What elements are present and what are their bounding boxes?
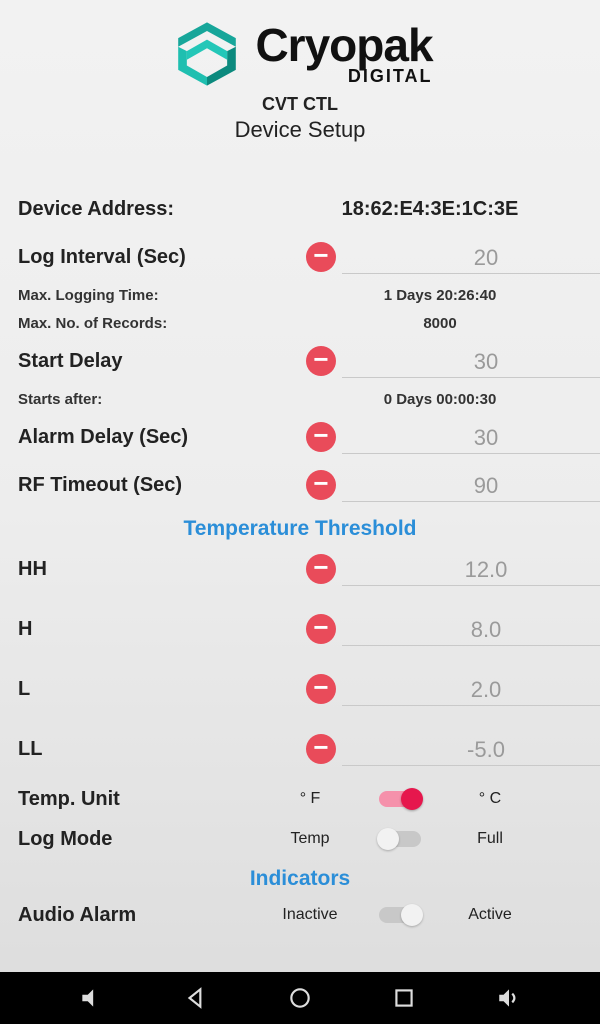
rf-timeout-input[interactable]: [342, 469, 600, 502]
device-address-row: Device Address: 18:62:E4:3E:1C:3E: [0, 185, 600, 233]
android-navbar: [0, 972, 600, 1024]
temp-unit-toggle[interactable]: [379, 791, 421, 807]
device-address-label: Device Address:: [18, 198, 278, 221]
start-delay-input[interactable]: [342, 345, 600, 378]
start-delay-row: Start Delay − +: [0, 337, 600, 385]
threshold-l-label: L: [18, 678, 278, 701]
brand-subname: DIGITAL: [255, 66, 432, 87]
threshold-hh-minus-button[interactable]: −: [306, 554, 336, 584]
start-delay-minus-button[interactable]: −: [306, 346, 336, 376]
rf-timeout-minus-button[interactable]: −: [306, 470, 336, 500]
starts-after-value: 0 Days 00:00:30: [298, 391, 582, 408]
device-model: CVT CTL: [262, 94, 338, 115]
brand-logo: Cryopak DIGITAL: [167, 18, 432, 90]
minus-icon: −: [313, 614, 328, 640]
home-icon[interactable]: [287, 985, 313, 1011]
recent-apps-icon[interactable]: [391, 985, 417, 1011]
threshold-hh-label: HH: [18, 558, 278, 581]
temp-unit-option-f: ° F: [260, 790, 360, 808]
minus-icon: −: [313, 470, 328, 496]
alarm-delay-row: Alarm Delay (Sec) − +: [0, 413, 600, 461]
threshold-h-row: H − +: [0, 605, 600, 653]
minus-icon: −: [313, 242, 328, 268]
threshold-hh-row: HH − +: [0, 545, 600, 593]
log-mode-option-full: Full: [440, 830, 540, 848]
log-mode-option-temp: Temp: [260, 830, 360, 848]
minus-icon: −: [313, 554, 328, 580]
threshold-h-minus-button[interactable]: −: [306, 614, 336, 644]
threshold-hh-input[interactable]: [342, 553, 600, 586]
max-logging-time-value: 1 Days 20:26:40: [298, 287, 582, 304]
log-interval-row: Log Interval (Sec) − +: [0, 233, 600, 281]
max-records-label: Max. No. of Records:: [18, 315, 298, 332]
minus-icon: −: [313, 346, 328, 372]
threshold-l-input[interactable]: [342, 673, 600, 706]
log-interval-input[interactable]: [342, 241, 600, 274]
audio-alarm-toggle[interactable]: [379, 907, 421, 923]
rf-timeout-label: RF Timeout (Sec): [18, 474, 278, 497]
temp-unit-option-c: ° C: [440, 790, 540, 808]
temperature-threshold-title: Temperature Threshold: [0, 517, 600, 541]
log-mode-row: Log Mode Temp Full: [0, 819, 600, 859]
page-title: Device Setup: [235, 117, 366, 143]
log-mode-label: Log Mode: [18, 828, 260, 851]
starts-after-label: Starts after:: [18, 391, 298, 408]
audio-alarm-option-active: Active: [440, 906, 540, 924]
threshold-h-input[interactable]: [342, 613, 600, 646]
device-address-value: 18:62:E4:3E:1C:3E: [278, 198, 582, 221]
log-mode-toggle[interactable]: [379, 831, 421, 847]
minus-icon: −: [313, 674, 328, 700]
rf-timeout-row: RF Timeout (Sec) − +: [0, 461, 600, 509]
alarm-delay-input[interactable]: [342, 421, 600, 454]
starts-after-row: Starts after: 0 Days 00:00:30: [0, 385, 600, 413]
threshold-h-label: H: [18, 618, 278, 641]
header: Cryopak DIGITAL CVT CTL Device Setup: [0, 0, 600, 143]
start-delay-label: Start Delay: [18, 350, 278, 373]
threshold-ll-input[interactable]: [342, 733, 600, 766]
volume-down-icon[interactable]: [78, 985, 104, 1011]
minus-icon: −: [313, 422, 328, 448]
max-logging-time-row: Max. Logging Time: 1 Days 20:26:40: [0, 281, 600, 309]
log-interval-label: Log Interval (Sec): [18, 246, 278, 269]
brand-name: Cryopak: [255, 22, 432, 68]
threshold-l-row: L − +: [0, 665, 600, 713]
threshold-l-minus-button[interactable]: −: [306, 674, 336, 704]
threshold-ll-minus-button[interactable]: −: [306, 734, 336, 764]
alarm-delay-label: Alarm Delay (Sec): [18, 426, 278, 449]
alarm-delay-minus-button[interactable]: −: [306, 422, 336, 452]
volume-up-icon[interactable]: [496, 985, 522, 1011]
temp-unit-label: Temp. Unit: [18, 788, 260, 811]
max-records-row: Max. No. of Records: 8000: [0, 309, 600, 337]
max-records-value: 8000: [298, 315, 582, 332]
log-interval-minus-button[interactable]: −: [306, 242, 336, 272]
back-icon[interactable]: [183, 985, 209, 1011]
cryopak-logo-icon: [167, 18, 247, 90]
audio-alarm-label: Audio Alarm: [18, 904, 260, 927]
temp-unit-row: Temp. Unit ° F ° C: [0, 779, 600, 819]
minus-icon: −: [313, 734, 328, 760]
audio-alarm-row: Audio Alarm Inactive Active: [0, 895, 600, 935]
indicators-title: Indicators: [0, 867, 600, 891]
max-logging-time-label: Max. Logging Time:: [18, 287, 298, 304]
audio-alarm-option-inactive: Inactive: [260, 906, 360, 924]
threshold-ll-row: LL − +: [0, 725, 600, 773]
threshold-ll-label: LL: [18, 738, 278, 761]
